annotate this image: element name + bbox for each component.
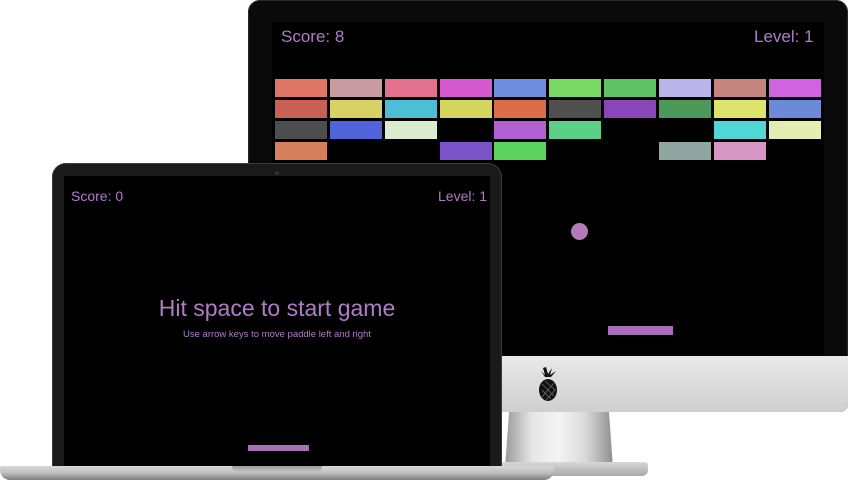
brick	[330, 121, 382, 139]
desktop-score: Score: 8	[281, 27, 345, 46]
brick	[440, 142, 492, 160]
brick	[275, 142, 327, 160]
laptop-level: Level: 1	[438, 188, 488, 204]
brick	[549, 121, 601, 139]
laptop-paddle	[248, 445, 309, 451]
brick	[494, 100, 546, 118]
brick	[494, 121, 546, 139]
brick	[659, 79, 711, 97]
brick	[440, 79, 492, 97]
brick	[385, 100, 437, 118]
brick	[769, 121, 821, 139]
brick	[604, 100, 656, 118]
start-game-title: Hit space to start game	[158, 295, 396, 321]
brick	[714, 142, 766, 160]
laptop-opening-notch	[232, 466, 322, 472]
brick	[604, 79, 656, 97]
brick	[714, 121, 766, 139]
start-game-hint: Use arrow keys to move paddle left and r…	[183, 329, 371, 340]
brick	[275, 121, 327, 139]
brick	[714, 100, 766, 118]
brick	[385, 79, 437, 97]
brick	[494, 79, 546, 97]
brick	[659, 142, 711, 160]
brick	[330, 100, 382, 118]
laptop-score: Score: 0	[71, 188, 124, 204]
brick	[659, 100, 711, 118]
brick	[549, 100, 601, 118]
brick	[385, 121, 437, 139]
desktop-level: Level: 1	[754, 27, 814, 46]
desktop-ball	[571, 223, 588, 240]
laptop-camera	[275, 171, 279, 175]
brick	[330, 79, 382, 97]
brick	[769, 79, 821, 97]
brick	[275, 79, 327, 97]
brick	[275, 100, 327, 118]
brick	[769, 100, 821, 118]
pineapple-icon	[539, 367, 557, 401]
desktop-stand-neck	[505, 408, 613, 468]
brick	[714, 79, 766, 97]
brick	[440, 100, 492, 118]
brick	[494, 142, 546, 160]
brick	[549, 79, 601, 97]
desktop-paddle	[608, 326, 673, 335]
